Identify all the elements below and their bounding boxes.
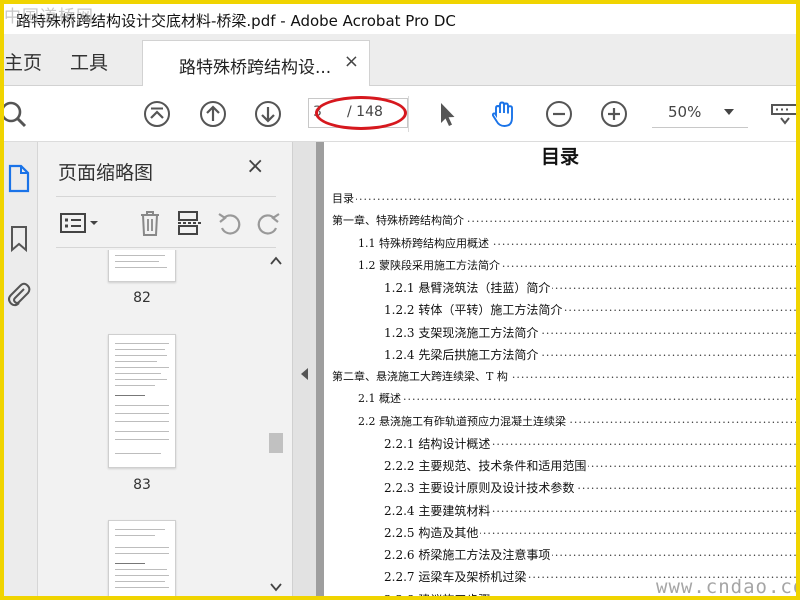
toc-entry[interactable]: ........................................…	[358, 257, 796, 275]
delete-icon[interactable]	[136, 209, 164, 237]
toc-entry-label: 2.2.4 主要建筑材料	[384, 503, 493, 518]
thumbnail-scrollbar[interactable]	[266, 250, 286, 596]
toc-entry[interactable]: ........................................…	[384, 546, 796, 564]
collapse-arrow-icon[interactable]	[301, 368, 308, 380]
toc-entry[interactable]: ........................................…	[358, 235, 796, 253]
hand-tool-icon[interactable]	[488, 99, 518, 129]
toc-entry-label: 1.2.1 悬臂浇筑法（挂蓝）简介	[384, 281, 553, 295]
toc-entry-label: 1.2.3 支架现浇施工方法简介	[384, 325, 541, 340]
toc-entry-label: 2.2.1 结构设计概述	[384, 436, 493, 451]
attachments-icon[interactable]	[6, 280, 32, 310]
toc-entry[interactable]: ........................................…	[332, 368, 796, 386]
toc-entry-label: 目录	[332, 192, 356, 205]
thumbnail-page-number: 82	[133, 290, 151, 306]
tools-tab[interactable]: 工具	[70, 48, 108, 75]
toc-entry[interactable]: ........................................…	[384, 479, 796, 497]
toc-entry[interactable]: ........................................…	[384, 457, 796, 475]
toc-entry-label: 1.2.2 转体（平转）施工方法简介	[384, 303, 565, 318]
toc-entry[interactable]: ........................................…	[332, 212, 796, 230]
toc-entry[interactable]: ........................................…	[384, 346, 796, 364]
thumbnail-toolbar	[56, 196, 280, 248]
page-thumbnails-icon[interactable]	[6, 164, 32, 194]
panel-title: 页面缩略图	[58, 162, 154, 184]
toc-entry-label: 2.2.5 构造及其他	[384, 525, 481, 540]
more-tools-icon[interactable]	[768, 99, 796, 129]
toc-entry-label: 第一章、特殊桥跨结构简介	[332, 214, 466, 228]
document-tab[interactable]: 路特殊桥跨结构设... ×	[142, 40, 370, 86]
chevron-down-icon[interactable]	[724, 109, 734, 115]
close-panel-icon[interactable]: ×	[246, 154, 264, 179]
toc-entry[interactable]: ........................................…	[384, 279, 796, 297]
toc-entry[interactable]: ........................................…	[384, 591, 796, 596]
site-watermark: 中国道桥网	[4, 7, 94, 27]
extract-icon[interactable]	[176, 209, 204, 237]
toc-entry[interactable]: ........................................…	[384, 301, 796, 319]
zoom-icon[interactable]	[4, 99, 28, 129]
zoom-out-icon[interactable]	[544, 99, 574, 129]
toc-entry[interactable]: ........................................…	[384, 524, 796, 542]
page-thumbnail[interactable]	[108, 334, 176, 468]
toc-entry-label: 2.2.3 主要设计原则及设计技术参数	[384, 481, 577, 496]
zoom-in-icon[interactable]	[599, 99, 629, 129]
toolbar-separator	[408, 96, 409, 132]
page-thumbnail[interactable]	[108, 520, 176, 596]
panel-collapse-handle[interactable]	[292, 142, 316, 596]
toc-entry-label: 2.1 概述	[358, 392, 403, 406]
bookmarks-icon[interactable]	[6, 224, 32, 254]
toc-entry-label: 1.2 蒙陕段采用施工方法简介	[358, 258, 502, 272]
toc-entry-label: 2.2.2 主要规范、技术条件和适用范围	[384, 459, 589, 473]
select-cursor-icon[interactable]	[432, 99, 462, 129]
toc-entry[interactable]: ........................................…	[384, 435, 796, 453]
navigation-rail	[4, 142, 38, 596]
pdf-page: 目录 .....................................…	[324, 142, 796, 596]
toc-entry-label: 1.2.4 先梁后拱施工方法简介	[384, 347, 541, 362]
toc-entry-label: 2.2.7 运梁车及架桥机过梁	[384, 570, 529, 585]
toc-entry-label: 2.2.6 桥梁施工方法及注意事项	[384, 548, 553, 562]
rotate-left-icon[interactable]	[216, 209, 244, 237]
zoom-level-value: 50%	[668, 103, 702, 121]
document-viewer: 目录 .....................................…	[316, 142, 796, 596]
toc-entry[interactable]: ........................................…	[384, 502, 796, 520]
toc-entry-label: 2.2 悬浇施工有砟轨道预应力混凝土连续梁	[358, 414, 568, 428]
toc-entry-label: 1.1 特殊桥跨结构应用概述	[358, 236, 491, 250]
next-page-icon[interactable]	[253, 99, 283, 129]
rotate-right-icon[interactable]	[254, 209, 282, 237]
home-tab[interactable]: 主页	[4, 48, 42, 75]
thumbnail-page-number: 83	[133, 477, 151, 493]
document-tab-label: 路特殊桥跨结构设...	[179, 58, 332, 78]
toc-entry[interactable]: ........................................…	[384, 324, 796, 342]
close-tab-icon[interactable]: ×	[344, 51, 359, 72]
first-page-icon[interactable]	[142, 99, 172, 129]
toc-entry[interactable]: ........................................…	[358, 390, 796, 408]
title-bar: 路特殊桥跨结构设计交底材料-桥梁.pdf - Adobe Acrobat Pro…	[4, 4, 796, 34]
prev-page-icon[interactable]	[198, 99, 228, 129]
page-thumbnail[interactable]	[108, 250, 176, 282]
toc-heading: 目录	[540, 146, 579, 168]
toc-entry-label: 第二章、悬浇施工大跨连续梁、T 构	[332, 370, 510, 383]
options-icon[interactable]	[60, 209, 100, 237]
scrollbar-thumb[interactable]	[269, 433, 283, 453]
tab-bar: 主页 工具 路特殊桥跨结构设... ×	[4, 34, 796, 86]
toc-entry-label: 2.2.8 建议施工步骤	[384, 592, 493, 596]
app-window: 路特殊桥跨结构设计交底材料-桥梁.pdf - Adobe Acrobat Pro…	[4, 4, 796, 596]
toc-entry[interactable]: ........................................…	[358, 413, 796, 431]
thumbnails-panel: 页面缩略图 × 82 83	[38, 142, 292, 596]
page-number-highlight	[315, 96, 407, 130]
thumbnail-list: 82 83	[38, 250, 292, 596]
toc-entry[interactable]: ........................................…	[332, 190, 796, 208]
